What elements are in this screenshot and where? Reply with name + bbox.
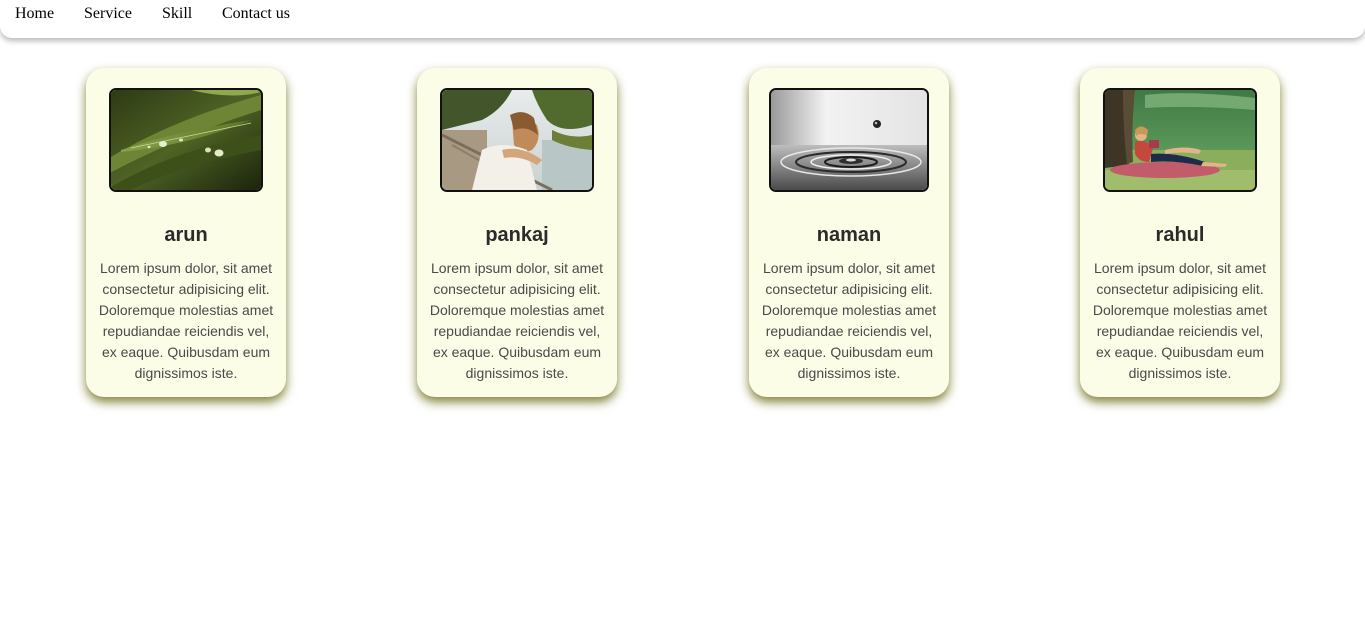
card-name: arun — [164, 224, 208, 246]
nav-link-skill[interactable]: Skill — [162, 5, 192, 23]
profile-card-pankaj: pankaj Lorem ipsum dolor, sit amet conse… — [417, 68, 617, 397]
card-description: Lorem ipsum dolor, sit amet consectetur … — [1092, 260, 1268, 381]
profile-card-rahul: rahul Lorem ipsum dolor, sit amet consec… — [1080, 68, 1280, 397]
card-name: pankaj — [485, 224, 549, 246]
card-description: Lorem ipsum dolor, sit amet consectetur … — [98, 260, 274, 381]
profile-card-arun: arun Lorem ipsum dolor, sit amet consect… — [86, 68, 286, 397]
top-navbar: Home Service Skill Contact us — [0, 0, 1365, 38]
card-name: rahul — [1155, 224, 1205, 246]
nav-link-contact-us[interactable]: Contact us — [222, 5, 290, 23]
nav-link-service[interactable]: Service — [84, 5, 132, 23]
card-description: Lorem ipsum dolor, sit amet consectetur … — [429, 260, 605, 381]
nav-link-home[interactable]: Home — [15, 5, 54, 23]
water-drop-ripple-photo — [769, 88, 929, 192]
leaf-with-water-drops-photo — [109, 88, 263, 192]
card-name: naman — [816, 224, 882, 246]
profile-card-naman: naman Lorem ipsum dolor, sit amet consec… — [749, 68, 949, 397]
woman-leaning-on-railing-photo — [440, 88, 594, 192]
woman-reading-in-park-photo — [1103, 88, 1257, 192]
card-description: Lorem ipsum dolor, sit amet consectetur … — [761, 260, 937, 381]
